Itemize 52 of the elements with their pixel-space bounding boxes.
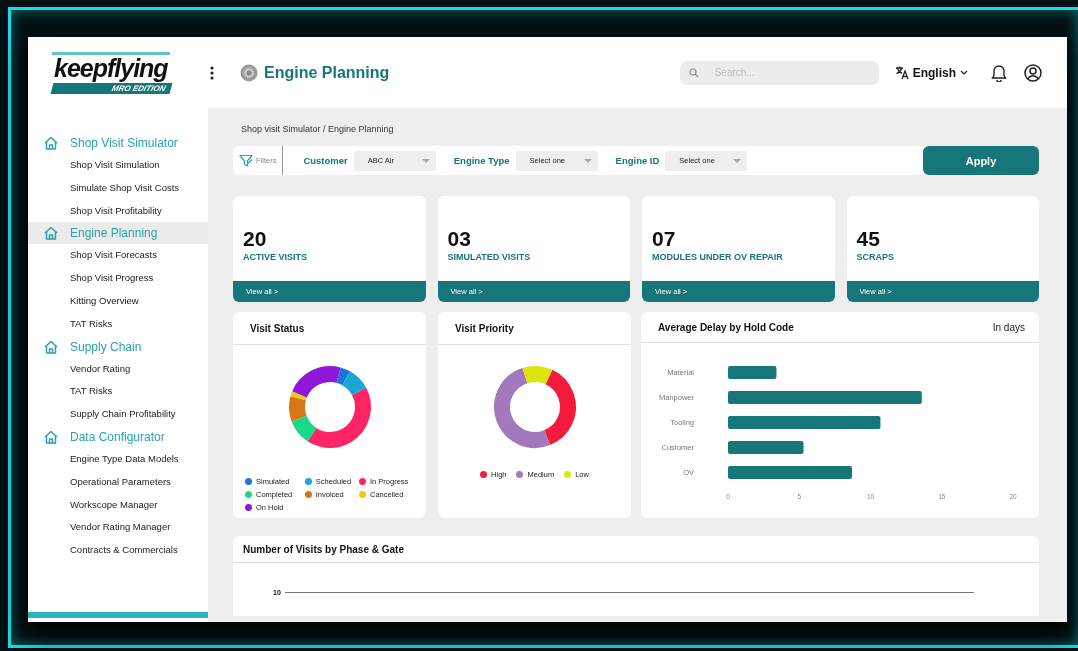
sidebar-item[interactable]: Kitting Overview (28, 290, 208, 313)
unit-label: In days (992, 321, 1025, 333)
chart-title: Number of Visits by Phase & Gate (243, 543, 404, 555)
stat-label: SCRAPS (856, 252, 895, 262)
field-label: Engine ID (615, 155, 660, 166)
sidebar-item[interactable]: Contracts & Commercials (28, 539, 208, 562)
logo-wordmark: keepflying (52, 51, 170, 81)
bar (728, 366, 777, 379)
field-label: Customer (303, 155, 348, 166)
kebab-menu-icon[interactable] (210, 65, 214, 80)
sidebar-item[interactable]: Vendor Rating (28, 357, 208, 381)
home-icon (43, 428, 59, 445)
stat-value: 03 (447, 228, 472, 250)
breadcrumb: Shop visit Simulator / Engine Planning (241, 124, 395, 136)
sidebar-item[interactable]: Vendor Rating Manager (28, 516, 208, 540)
caret-icon (733, 158, 742, 163)
sidebar-item[interactable]: Shop Visit Simulation (28, 154, 208, 177)
apply-button[interactable]: Apply (923, 146, 1039, 175)
stat-value: 20 (243, 228, 268, 250)
stat-value: 07 (652, 228, 677, 250)
logo-edition-badge: MRO EDITION (50, 82, 173, 94)
chart-title: Visit Priority (455, 322, 514, 334)
caret-icon (960, 70, 968, 75)
sidebar-item[interactable]: TAT Risks (28, 312, 208, 336)
sidebar-item[interactable]: Workscope Manager (28, 493, 208, 517)
sidebar-item[interactable]: Shop Visit Profitability (28, 199, 208, 223)
chart-title: Average Delay by Hold Code (658, 321, 794, 333)
sidebar-item[interactable]: Shop Visit Forecasts (28, 244, 208, 268)
sidebar-item[interactable]: Supply Chain Profitability (28, 403, 208, 426)
sidebar-item[interactable]: Operational Parameters (28, 470, 208, 494)
field-label: Engine Type (453, 155, 510, 166)
stat-label: ACTIVE VISITS (243, 252, 308, 262)
home-icon (43, 135, 59, 151)
caret-icon (421, 158, 430, 163)
stat-value: 45 (856, 228, 881, 250)
sidebar-item[interactable]: Shop Visit Progress (28, 267, 208, 290)
user-icon[interactable] (1024, 63, 1042, 82)
language-selector[interactable]: English (894, 65, 968, 80)
sidebar-item[interactable]: Engine Type Data Models (28, 447, 208, 471)
filter-icon (239, 154, 253, 167)
page-title: Engine Planning (264, 63, 390, 82)
caret-icon (583, 158, 592, 163)
stat-label: MODULES UNDER OV REPAIR (652, 252, 784, 262)
sidebar-item[interactable]: TAT Risks (28, 380, 208, 404)
home-icon (43, 225, 59, 242)
stat-label: SIMULATED VISITS (447, 252, 532, 262)
search-icon (688, 67, 699, 78)
sidebar-item[interactable]: Simulate Shop Visit Costs (28, 176, 208, 200)
translate-icon (894, 65, 909, 80)
bell-icon[interactable] (990, 63, 1008, 82)
home-icon (43, 338, 59, 355)
chart-title: Visit Status (250, 322, 305, 334)
